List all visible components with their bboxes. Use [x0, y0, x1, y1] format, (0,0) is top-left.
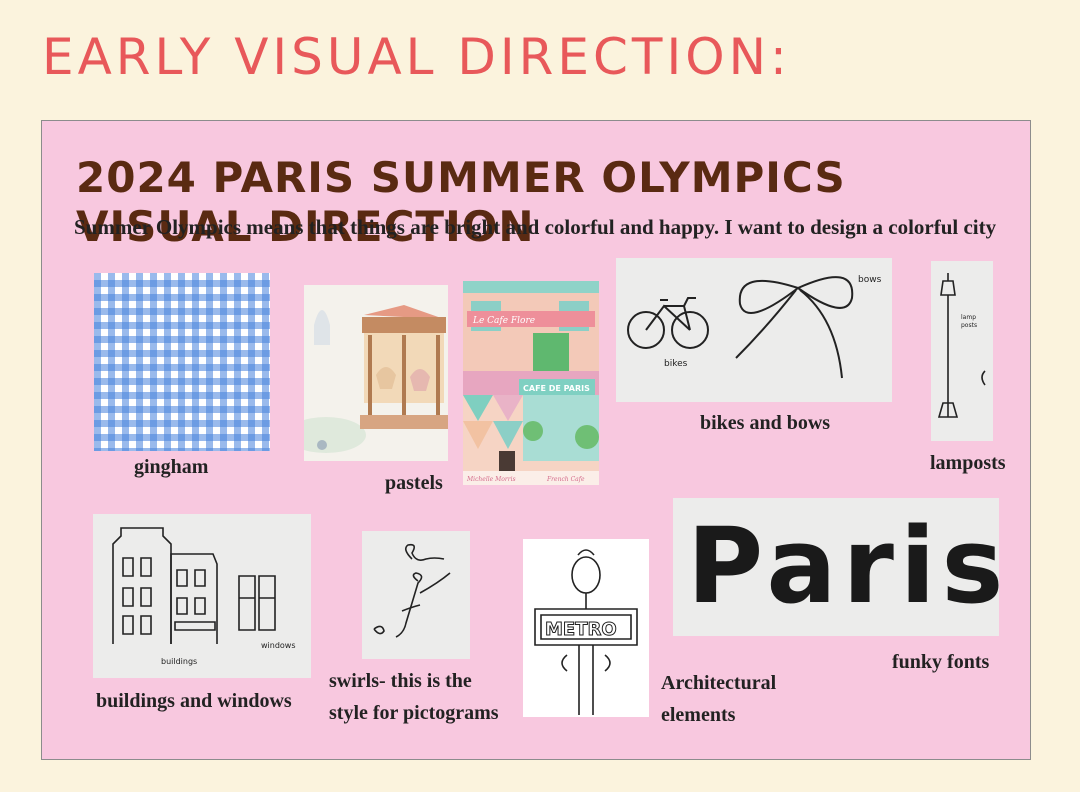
caption-bikes-bows: bikes and bows — [700, 412, 831, 434]
cafe-illustration: Le Cafe Flore CAFE DE PARIS Michelle Mor… — [463, 281, 599, 485]
caption-pastels: pastels — [385, 472, 443, 494]
caption-lamposts: lamposts — [930, 452, 1006, 474]
funky-font-sketch: Paris — [673, 498, 999, 636]
metro-sketch: METRO — [523, 539, 649, 717]
posts-label: posts — [961, 322, 977, 329]
bikes-bows-sketch: bows bikes — [616, 258, 892, 402]
caption-swirls-line1: swirls- this is the — [329, 670, 472, 692]
cafe-flore-sign: Le Cafe Flore — [472, 316, 535, 326]
illustration-french-cafe: French Cafe — [546, 476, 585, 483]
windows-label: windows — [261, 641, 296, 650]
caption-architectural-line2: elements — [661, 704, 736, 726]
lamp-label: lamp — [961, 314, 976, 321]
buildings-label: buildings — [161, 657, 197, 666]
caption-funky-fonts: funky fonts — [892, 651, 990, 673]
caption-gingham: gingham — [134, 456, 209, 478]
paris-lettering: Paris — [687, 505, 999, 627]
bows-label: bows — [858, 275, 882, 285]
board-subtitle: Summer Olympics means that things are br… — [74, 215, 997, 239]
caption-swirls-line2: style for pictograms — [329, 702, 499, 724]
caption-architectural-line1: Architectural — [661, 672, 777, 694]
mood-board: 2024 PARIS SUMMER OLYMPICS VISUAL DIRECT… — [41, 120, 1031, 760]
caption-buildings: buildings and windows — [96, 690, 292, 712]
swirls-sketch — [362, 531, 470, 659]
caption-swirls: swirls- this is the style for pictograms — [329, 665, 499, 729]
bikes-label: bikes — [664, 359, 688, 369]
lamppost-sketch: lamp posts — [931, 261, 993, 441]
carousel-illustration — [304, 285, 448, 461]
page-title: EARLY VISUAL DIRECTION: — [42, 28, 791, 86]
cafe-paris-sign: CAFE DE PARIS — [523, 384, 590, 393]
caption-architectural: Architectural elements — [661, 667, 776, 731]
buildings-sketch: buildings windows — [93, 514, 311, 678]
metro-sign-text: METRO — [545, 619, 617, 640]
gingham-image — [94, 273, 270, 451]
illustration-signature: Michelle Morris — [466, 476, 516, 483]
